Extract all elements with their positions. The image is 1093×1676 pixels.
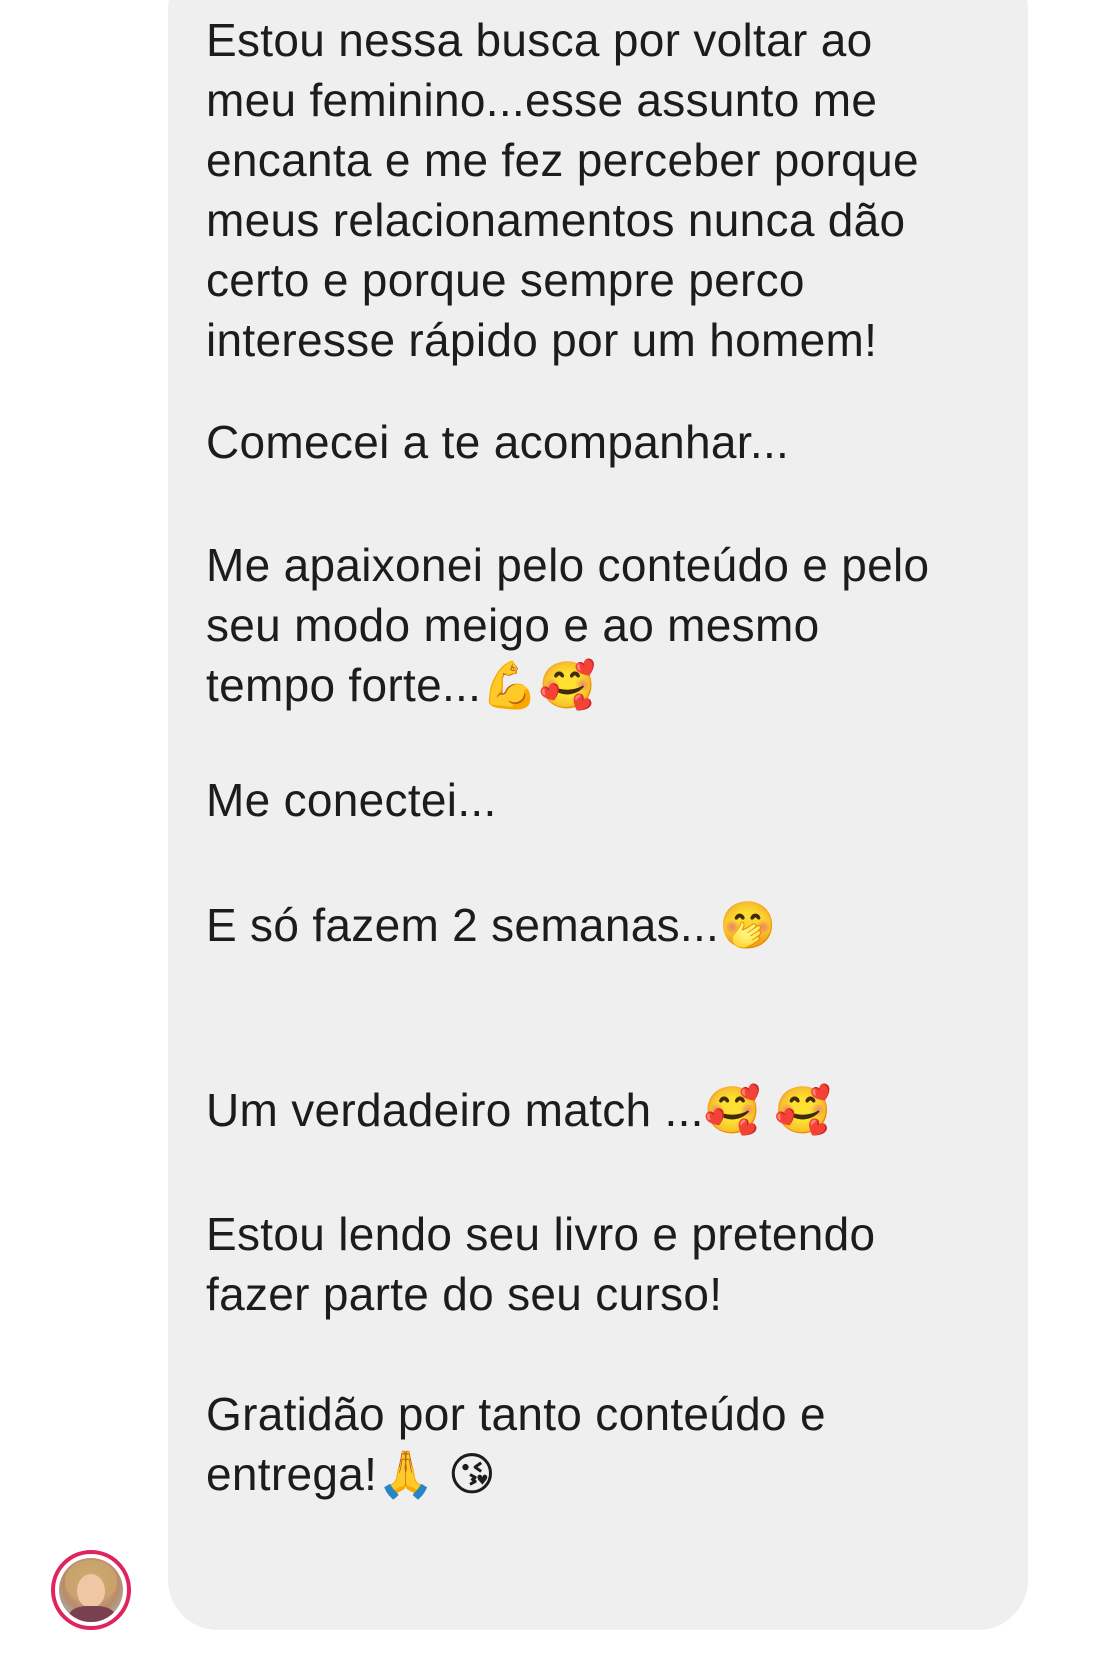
- message-paragraph-4: Me conectei...: [206, 774, 497, 826]
- message-paragraph-5: E só fazem 2 semanas...🤭: [206, 899, 777, 951]
- message-paragraph-7: Estou lendo seu livro e pretendo fazer p…: [206, 1208, 876, 1320]
- message-paragraph-8: Gratidão por tanto conteúdo e entrega!🙏 …: [206, 1388, 826, 1500]
- chat-thread: Estou nessa busca por voltar ao meu femi…: [0, 0, 1093, 1676]
- message-paragraph-6: Um verdadeiro match ...🥰 🥰: [206, 1084, 832, 1136]
- message-paragraph-1: Estou nessa busca por voltar ao meu femi…: [206, 14, 919, 366]
- avatar-face-shape: [77, 1574, 105, 1608]
- avatar-clothing-shape: [69, 1606, 115, 1622]
- received-message-bubble[interactable]: Estou nessa busca por voltar ao meu femi…: [168, 0, 1028, 1630]
- message-paragraph-2: Comecei a te acompanhar...: [206, 416, 790, 468]
- message-paragraph-3: Me apaixonei pelo conteúdo e pelo seu mo…: [206, 539, 930, 711]
- sender-avatar[interactable]: [51, 1550, 131, 1630]
- profile-photo-avatar: [59, 1558, 123, 1622]
